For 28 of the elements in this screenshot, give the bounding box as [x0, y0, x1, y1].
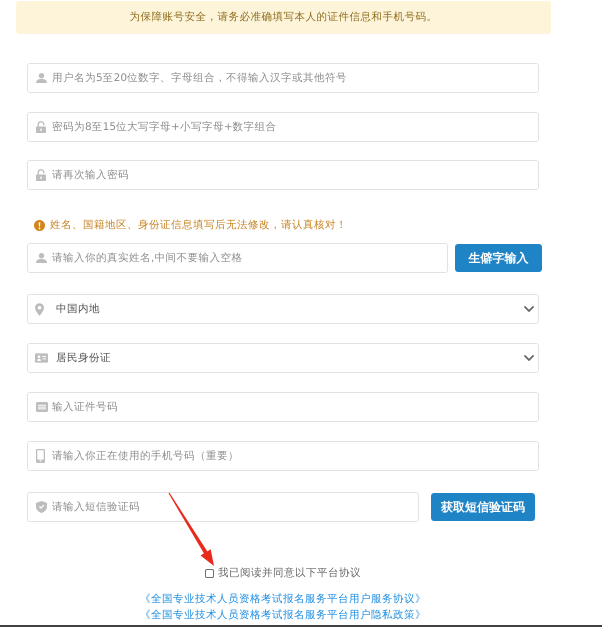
exclamation-icon	[34, 220, 45, 231]
user-icon	[36, 73, 47, 83]
agreement-label: 我已阅读并同意以下平台协议	[218, 566, 361, 580]
confirm-password-field[interactable]: 请再次输入密码	[27, 160, 539, 190]
id-type-select[interactable]: 居民身份证	[27, 343, 539, 373]
agreement-checkbox[interactable]	[205, 568, 214, 578]
get-sms-code-button[interactable]: 获取短信验证码	[431, 493, 535, 521]
id-number-field[interactable]: 输入证件号码	[27, 392, 539, 422]
warning-text: 姓名、国籍地区、身份证信息填写后无法修改，请认真核对！	[50, 218, 347, 233]
real-name-field[interactable]: 请输入你的真实姓名,中间不要输入空格	[27, 243, 448, 273]
chevron-down-icon	[524, 306, 534, 312]
user-icon	[36, 253, 47, 263]
id-card-icon	[35, 353, 48, 363]
lock-icon	[36, 121, 46, 133]
shield-check-icon	[36, 501, 47, 513]
sms-code-field[interactable]: 请输入短信验证码	[27, 492, 419, 522]
chevron-down-icon	[524, 355, 534, 361]
policy-link[interactable]: 《全国专业技术人员资格考试报名服务平台用户服务协议》	[140, 591, 426, 607]
password-field[interactable]: 密码为8至15位大写字母+小写字母+数字组合	[27, 112, 539, 142]
lock-icon	[36, 169, 46, 181]
region-select[interactable]: 中国内地	[27, 294, 539, 324]
rare-character-button[interactable]: 生僻字输入	[455, 244, 542, 272]
username-field[interactable]: 用户名为5至20位数字、字母组合，不得输入汉字或其他符号	[27, 63, 539, 93]
policy-link[interactable]: 《全国专业技术人员资格考试报名服务平台用户隐私政策》	[140, 607, 426, 623]
mobile-phone-icon	[36, 449, 45, 463]
security-notice: 为保障账号安全，请务必准确填写本人的证件信息和手机号码。	[16, 1, 551, 34]
phone-field[interactable]: 请输入你正在使用的手机号码（重要）	[27, 441, 539, 471]
map-pin-icon	[35, 302, 44, 316]
